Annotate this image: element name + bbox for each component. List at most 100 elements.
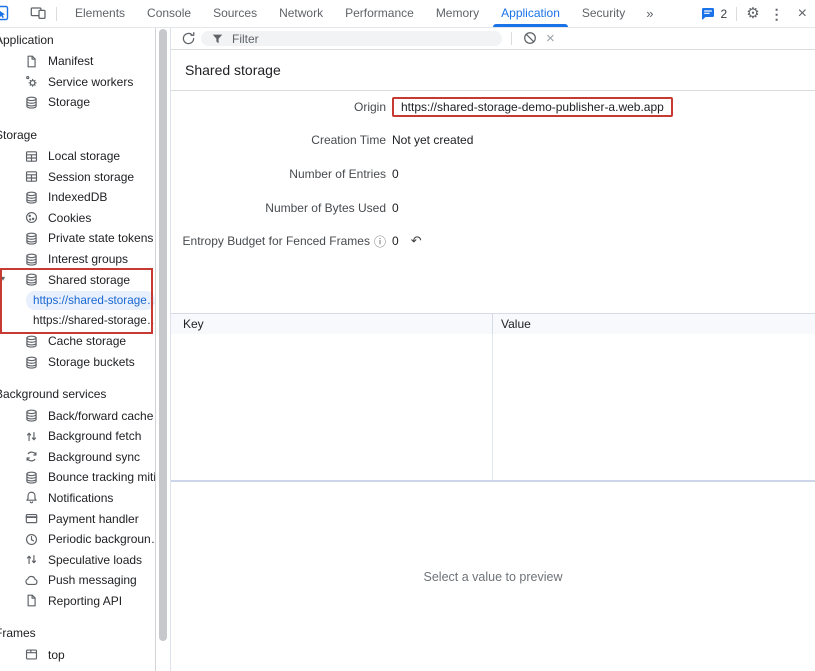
sidebar-section-background-services: Background servicesBack/forward cache Bac… — [0, 384, 155, 611]
sidebar-item-back-forward-cache[interactable]: Back/forward cache — [0, 405, 155, 426]
cloud-icon — [24, 573, 39, 588]
sidebar-item-label: Speculative loads — [48, 553, 142, 567]
sidebar-item-label: https://shared-storage… — [26, 291, 155, 310]
sidebar-item-interest-groups[interactable]: Interest groups — [0, 249, 155, 270]
preview-pane: Select a value to preview — [171, 482, 815, 671]
sidebar-item-top[interactable]: top — [0, 644, 155, 665]
tab-console[interactable]: Console — [136, 0, 202, 27]
sidebar-item-label: top — [48, 648, 65, 662]
sidebar-item-storage-buckets[interactable]: Storage buckets — [0, 352, 155, 373]
sidebar-scrollbar[interactable] — [159, 29, 167, 641]
filter-pill — [201, 31, 502, 46]
issues-count: 2 — [721, 7, 728, 21]
info-icon[interactable]: ⓘ — [374, 233, 386, 250]
sidebar-item-cache-storage[interactable]: Cache storage — [0, 331, 155, 352]
sidebar-item-payment-handler[interactable]: Payment handler — [0, 508, 155, 529]
sidebar-item-label: Storage buckets — [48, 355, 135, 369]
metadata-label-creation-time: Creation Time — [171, 133, 386, 147]
expand-arrow-icon[interactable]: ▾ — [1, 275, 5, 283]
database-icon — [24, 272, 39, 287]
page-title: Shared storage — [171, 50, 815, 91]
filter-funnel-icon — [212, 34, 223, 44]
tab-application[interactable]: Application — [490, 0, 571, 27]
tab-memory[interactable]: Memory — [425, 0, 490, 27]
delete-icon[interactable]: × — [546, 29, 555, 48]
tab-performance[interactable]: Performance — [334, 0, 425, 27]
sidebar-item-background-fetch[interactable]: Background fetch — [0, 426, 155, 447]
issues-icon — [700, 6, 716, 21]
reset-budget-icon[interactable]: ↶ — [411, 233, 422, 249]
sidebar-item-label: Background fetch — [48, 429, 141, 443]
metadata-label-entropy-budget-for-fenced-frames: Entropy Budget for Fenced Framesⓘ — [171, 233, 386, 250]
sidebar-item-cookies[interactable]: Cookies — [0, 208, 155, 229]
devtools-window: ElementsConsoleSourcesNetworkPerformance… — [0, 0, 815, 671]
sidebar-item-push-messaging[interactable]: Push messaging — [0, 570, 155, 591]
tab-network[interactable]: Network — [268, 0, 334, 27]
sidebar-item-service-workers[interactable]: Service workers — [0, 72, 155, 93]
database-icon — [24, 95, 39, 110]
sidebar-section-frames: Frames top — [0, 623, 155, 665]
sidebar-item-label: IndexedDB — [48, 190, 107, 204]
sidebar-item-notifications[interactable]: Notifications — [0, 488, 155, 509]
tab-security[interactable]: Security — [571, 0, 636, 27]
devtools-tabs: ElementsConsoleSourcesNetworkPerformance… — [64, 0, 636, 27]
annotation-box-origin: https://shared-storage-demo-publisher-a.… — [392, 97, 673, 117]
metadata-label-origin: Origin — [171, 100, 386, 114]
sidebar-item-label: Cookies — [48, 211, 91, 225]
section-title-storage: Storage — [0, 125, 155, 146]
toolbar-divider — [511, 32, 512, 45]
sidebar-item-label: Notifications — [48, 491, 113, 505]
sidebar-item-bounce-tracking-miti[interactable]: Bounce tracking miti… — [0, 467, 155, 488]
sidebar-item-https-shared-storage-7[interactable]: https://shared-storage… — [0, 290, 155, 311]
sidebar-item-label: Payment handler — [48, 512, 139, 526]
clock-icon — [24, 532, 39, 547]
sidebar-item-private-state-tokens[interactable]: Private state tokens — [0, 228, 155, 249]
more-options-icon[interactable]: ⋮ — [767, 7, 787, 21]
metadata-label-number-of-bytes-used: Number of Bytes Used — [171, 201, 386, 215]
table-icon — [24, 149, 39, 164]
inspect-element-icon[interactable] — [0, 5, 9, 21]
tab-elements[interactable]: Elements — [64, 0, 136, 27]
application-panel: ApplicationManifestService workersStorag… — [0, 28, 815, 671]
sidebar-item-label: Cache storage — [48, 334, 126, 348]
refresh-icon[interactable] — [181, 31, 196, 46]
sidebar-item-https-shared-storage-8[interactable]: https://shared-storage… — [0, 311, 155, 332]
up-down-arrows-icon — [24, 429, 39, 444]
sidebar-item-storage[interactable]: Storage — [0, 92, 155, 113]
database-icon — [24, 190, 39, 205]
sidebar-item-label: https://shared-storage… — [26, 311, 155, 330]
sidebar-item-speculative-loads[interactable]: Speculative loads — [0, 549, 155, 570]
more-tabs-chevron[interactable]: » — [636, 6, 663, 21]
filter-input[interactable] — [230, 31, 454, 47]
database-icon — [24, 252, 39, 267]
column-header-key: Key — [171, 317, 492, 331]
device-toolbar-icon[interactable] — [30, 5, 47, 21]
sidebar-item-periodic-backgroun[interactable]: Periodic backgroun… — [0, 529, 155, 550]
sidebar-item-session-storage[interactable]: Session storage — [0, 166, 155, 187]
close-devtools-icon[interactable]: × — [794, 6, 811, 22]
section-title-frames: Frames — [0, 623, 155, 644]
metadata-value-entropy-budget-for-fenced-frames: 0↶ — [392, 233, 815, 249]
metadata-value-number-of-entries: 0 — [392, 167, 815, 181]
sidebar-item-label: Periodic backgroun… — [48, 532, 155, 546]
sidebar-item-indexeddb[interactable]: IndexedDB — [0, 187, 155, 208]
cookie-icon — [24, 210, 39, 225]
sidebar-item-local-storage[interactable]: Local storage — [0, 146, 155, 167]
sidebar-item-reporting-api[interactable]: Reporting API — [0, 591, 155, 612]
sidebar-item-shared-storage[interactable]: ▾Shared storage — [0, 269, 155, 290]
sidebar-item-label: Push messaging — [48, 573, 137, 587]
table-header: Key Value — [171, 313, 815, 335]
document-icon — [24, 54, 39, 69]
sidebar-item-background-sync[interactable]: Background sync — [0, 447, 155, 468]
issues-button[interactable]: 2 — [700, 6, 728, 21]
panel-toolbar: × — [171, 28, 815, 50]
section-title-background-services: Background services — [0, 384, 155, 405]
block-clear-icon[interactable] — [523, 31, 537, 45]
sidebar-section-storage: StorageLocal storageSession storage Index… — [0, 125, 155, 373]
column-header-value: Value — [493, 317, 531, 331]
sidebar-item-manifest[interactable]: Manifest — [0, 51, 155, 72]
sidebar-scroll-track — [155, 28, 156, 671]
settings-gear-icon[interactable]: ⚙ — [746, 6, 759, 21]
column-divider-line — [492, 334, 493, 480]
tab-sources[interactable]: Sources — [202, 0, 268, 27]
